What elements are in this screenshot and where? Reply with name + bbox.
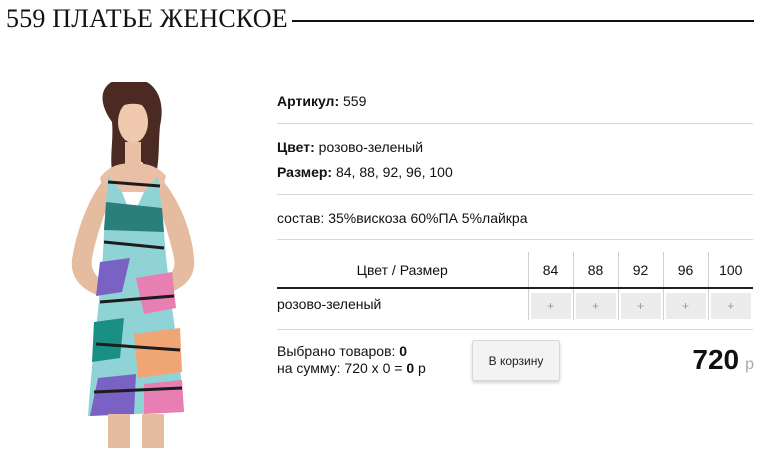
add-to-cart-button[interactable]: В корзину — [472, 340, 560, 381]
add-quantity-button[interactable]: + — [575, 292, 616, 319]
add-quantity-button[interactable]: + — [710, 292, 751, 319]
price-value: 720 — [692, 344, 740, 375]
color-value: розово-зеленый — [318, 139, 424, 155]
add-quantity-button[interactable]: + — [665, 292, 706, 319]
grid-cell: + — [662, 288, 708, 320]
grid-header-size: 92 — [617, 252, 663, 289]
grid-header-size: 96 — [662, 252, 708, 289]
article-label: Артикул: — [277, 93, 340, 109]
add-quantity-button[interactable]: + — [620, 292, 661, 319]
grid-cell: + — [572, 288, 618, 320]
grid-cell: + — [617, 288, 663, 320]
color-row: Цвет: розово-зеленый — [277, 139, 753, 155]
title-underline — [291, 20, 754, 22]
page-header: 559 ПЛАТЬЕ ЖЕНСКОЕ — [6, 4, 754, 34]
product-price: 720 р — [692, 344, 754, 376]
article-value: 559 — [343, 93, 367, 109]
grid-header-size: 84 — [527, 252, 573, 289]
size-label: Размер: — [277, 164, 333, 180]
divider — [277, 123, 753, 124]
add-quantity-button[interactable]: + — [530, 292, 571, 319]
selected-label: Выбрано товаров: — [277, 343, 396, 359]
divider — [277, 239, 753, 240]
page-title: 559 ПЛАТЬЕ ЖЕНСКОЕ — [6, 4, 288, 33]
price-currency: р — [745, 356, 754, 373]
grid-cell: + — [527, 288, 573, 320]
divider — [277, 329, 753, 330]
grid-header-label: Цвет / Размер — [277, 252, 528, 289]
product-photo — [4, 82, 260, 450]
size-grid: Цвет / Размер 84 88 92 96 100 розово-зел… — [277, 252, 753, 320]
sum-value: 0 — [406, 360, 415, 376]
size-row: Размер: 84, 88, 92, 96, 100 — [277, 164, 753, 180]
color-label: Цвет: — [277, 139, 315, 155]
size-grid-row: розово-зеленый + + + + + — [277, 288, 753, 320]
grid-header-size: 88 — [572, 252, 618, 289]
sum-line: на сумму: 720 x 0 = 0 р — [277, 360, 426, 377]
article-row: Артикул: 559 — [277, 93, 753, 109]
divider — [277, 194, 753, 195]
selected-count: 0 — [399, 343, 408, 359]
composition: состав: 35%вискоза 60%ПА 5%лайкра — [277, 210, 528, 226]
size-value: 84, 88, 92, 96, 100 — [335, 164, 453, 180]
order-summary: Выбрано товаров: 0 на сумму: 720 x 0 = 0… — [277, 343, 426, 377]
grid-header-size: 100 — [707, 252, 753, 289]
sum-label: на сумму: 720 x 0 = — [277, 360, 403, 376]
grid-cell: + — [707, 288, 753, 320]
size-grid-header: Цвет / Размер 84 88 92 96 100 — [277, 252, 753, 289]
sum-currency: р — [418, 360, 426, 376]
selected-count-line: Выбрано товаров: 0 — [277, 343, 426, 360]
grid-row-label: розово-зеленый — [277, 295, 382, 312]
